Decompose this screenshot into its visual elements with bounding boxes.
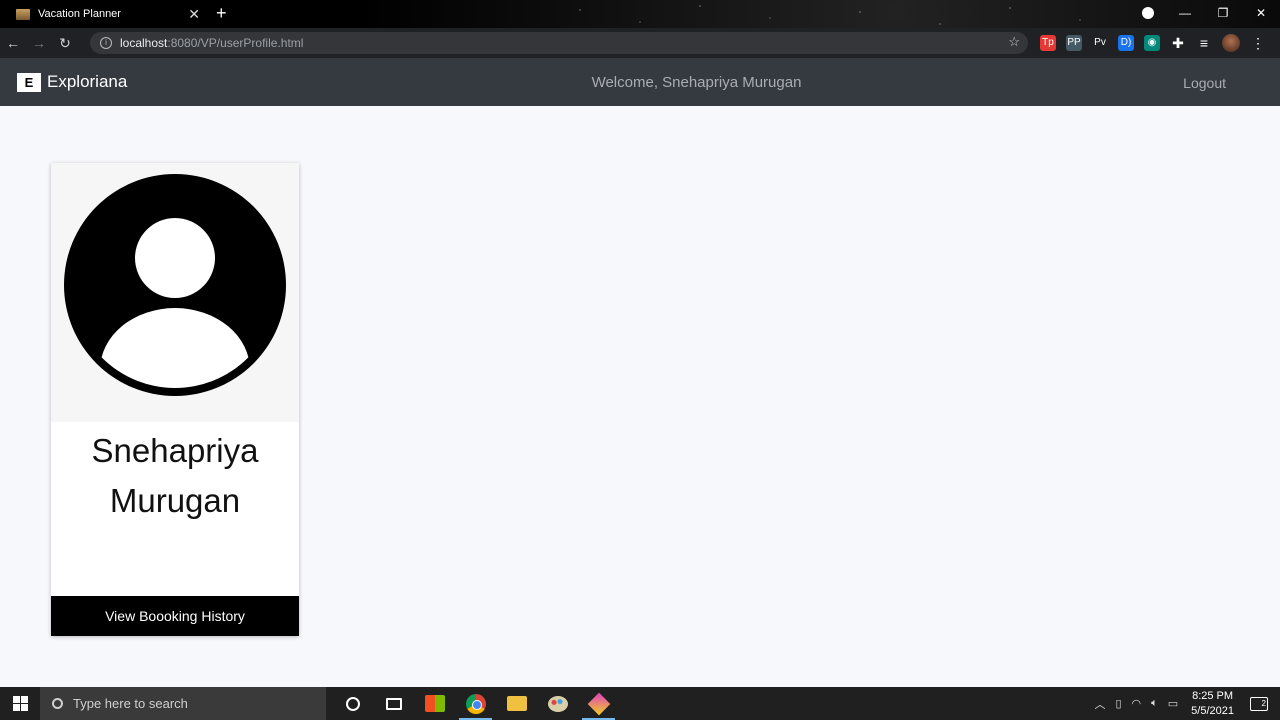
wifi-icon[interactable]: ◠ — [1132, 697, 1142, 710]
device-icon[interactable]: ▯ — [1115, 697, 1121, 710]
pv-extension-icon[interactable]: Pv — [1092, 35, 1108, 51]
start-button[interactable] — [0, 687, 40, 720]
taskbar-search-box[interactable]: Type here to search — [40, 687, 326, 720]
snip-app-button[interactable] — [578, 687, 619, 720]
clock-time: 8:25 PM — [1192, 689, 1234, 702]
brand-name: Exploriana — [47, 72, 128, 91]
chrome-profile-icon[interactable] — [1142, 7, 1154, 19]
url-path: :8080/VP/userProfile.html — [167, 36, 304, 50]
chrome-icon — [465, 693, 486, 714]
site-info-icon[interactable]: i — [100, 37, 112, 49]
restore-button[interactable]: ❐ — [1204, 0, 1242, 28]
browser-tab[interactable]: Vacation Planner ✕ — [8, 0, 208, 28]
brand-logo-icon: E — [17, 72, 41, 92]
welcome-message: Welcome, Snehapriya Murugan — [591, 74, 802, 91]
extensions-bar: Tp PP Pv D) ◉ ✚ ≡ ⋮ — [1040, 34, 1266, 52]
chrome-app-button[interactable] — [455, 687, 496, 720]
window-controls: — ❐ ✕ — [1166, 0, 1280, 28]
address-bar[interactable]: i localhost:8080/VP/userProfile.html ☆ — [90, 32, 1028, 54]
minimize-button[interactable]: — — [1166, 0, 1204, 28]
translate-extension-icon[interactable]: D) — [1118, 35, 1134, 51]
profile-name: Snehapriya Murugan — [91, 432, 259, 519]
battery-icon[interactable]: ▭ — [1168, 697, 1178, 710]
reading-list-icon[interactable]: ≡ — [1196, 35, 1212, 51]
app-navbar: Welcome, Snehapriya Murugan E Exploriana… — [0, 58, 1280, 106]
pp-extension-icon[interactable]: PP — [1066, 35, 1082, 51]
close-window-button[interactable]: ✕ — [1242, 0, 1280, 28]
paint-app-button[interactable] — [537, 687, 578, 720]
notification-center-icon[interactable]: 2 — [1250, 696, 1268, 711]
tab-close-icon[interactable]: ✕ — [188, 6, 200, 23]
windows-logo-icon — [12, 696, 28, 711]
bookmark-star-icon[interactable]: ☆ — [1008, 34, 1020, 50]
chevron-up-icon[interactable]: ︿ — [1094, 696, 1105, 712]
profile-image-area — [51, 163, 299, 422]
user-avatar-placeholder-icon — [64, 174, 286, 396]
folder-icon — [506, 696, 527, 711]
clock-date: 5/5/2021 — [1191, 704, 1234, 717]
circle-extension-icon[interactable]: ◉ — [1144, 35, 1160, 51]
view-booking-history-button[interactable]: View Boooking History — [51, 596, 299, 636]
snip-sketch-icon — [587, 692, 610, 715]
taskbar-clock[interactable]: 8:25 PM 5/5/2021 — [1191, 689, 1234, 719]
brand-link[interactable]: E Exploriana — [17, 72, 127, 92]
profile-card: Snehapriya Murugan View Boooking History — [51, 163, 299, 636]
back-arrow-icon[interactable]: ← — [0, 30, 26, 56]
forward-arrow-icon[interactable]: → — [26, 30, 52, 56]
puzzle-extensions-icon[interactable]: ✚ — [1170, 35, 1186, 51]
task-view-icon — [385, 697, 402, 710]
browser-tab-strip: Vacation Planner ✕ + — ❐ ✕ — [0, 0, 1280, 58]
reload-icon[interactable]: ↻ — [52, 30, 78, 56]
search-icon — [52, 698, 63, 709]
paint-palette-icon — [547, 695, 568, 712]
user-avatar-icon[interactable] — [1222, 34, 1240, 52]
store-bag-icon — [424, 695, 445, 712]
file-explorer-button[interactable] — [496, 687, 537, 720]
cortana-button[interactable] — [332, 687, 373, 720]
new-tab-button[interactable]: + — [216, 3, 227, 24]
task-view-button[interactable] — [373, 687, 414, 720]
volume-icon[interactable]: 🔈︎ — [1151, 697, 1158, 710]
tab-title: Vacation Planner — [38, 8, 121, 20]
tp-extension-icon[interactable]: Tp — [1040, 35, 1056, 51]
cortana-circle-icon — [345, 696, 360, 711]
windows-taskbar: Type here to search ︿ ▯ ◠ 🔈︎ ▭ 8:25 PM 5… — [0, 687, 1280, 720]
menu-kebab-icon[interactable]: ⋮ — [1250, 35, 1266, 51]
logout-link[interactable]: Logout — [1183, 75, 1226, 91]
store-app-button[interactable] — [414, 687, 455, 720]
search-placeholder: Type here to search — [73, 696, 188, 711]
taskbar-pinned-apps — [332, 687, 619, 720]
system-tray: ︿ ▯ ◠ 🔈︎ ▭ 8:25 PM 5/5/2021 2 — [1089, 687, 1280, 720]
tab-favicon-icon — [16, 8, 30, 20]
url-host: localhost — [120, 36, 168, 50]
